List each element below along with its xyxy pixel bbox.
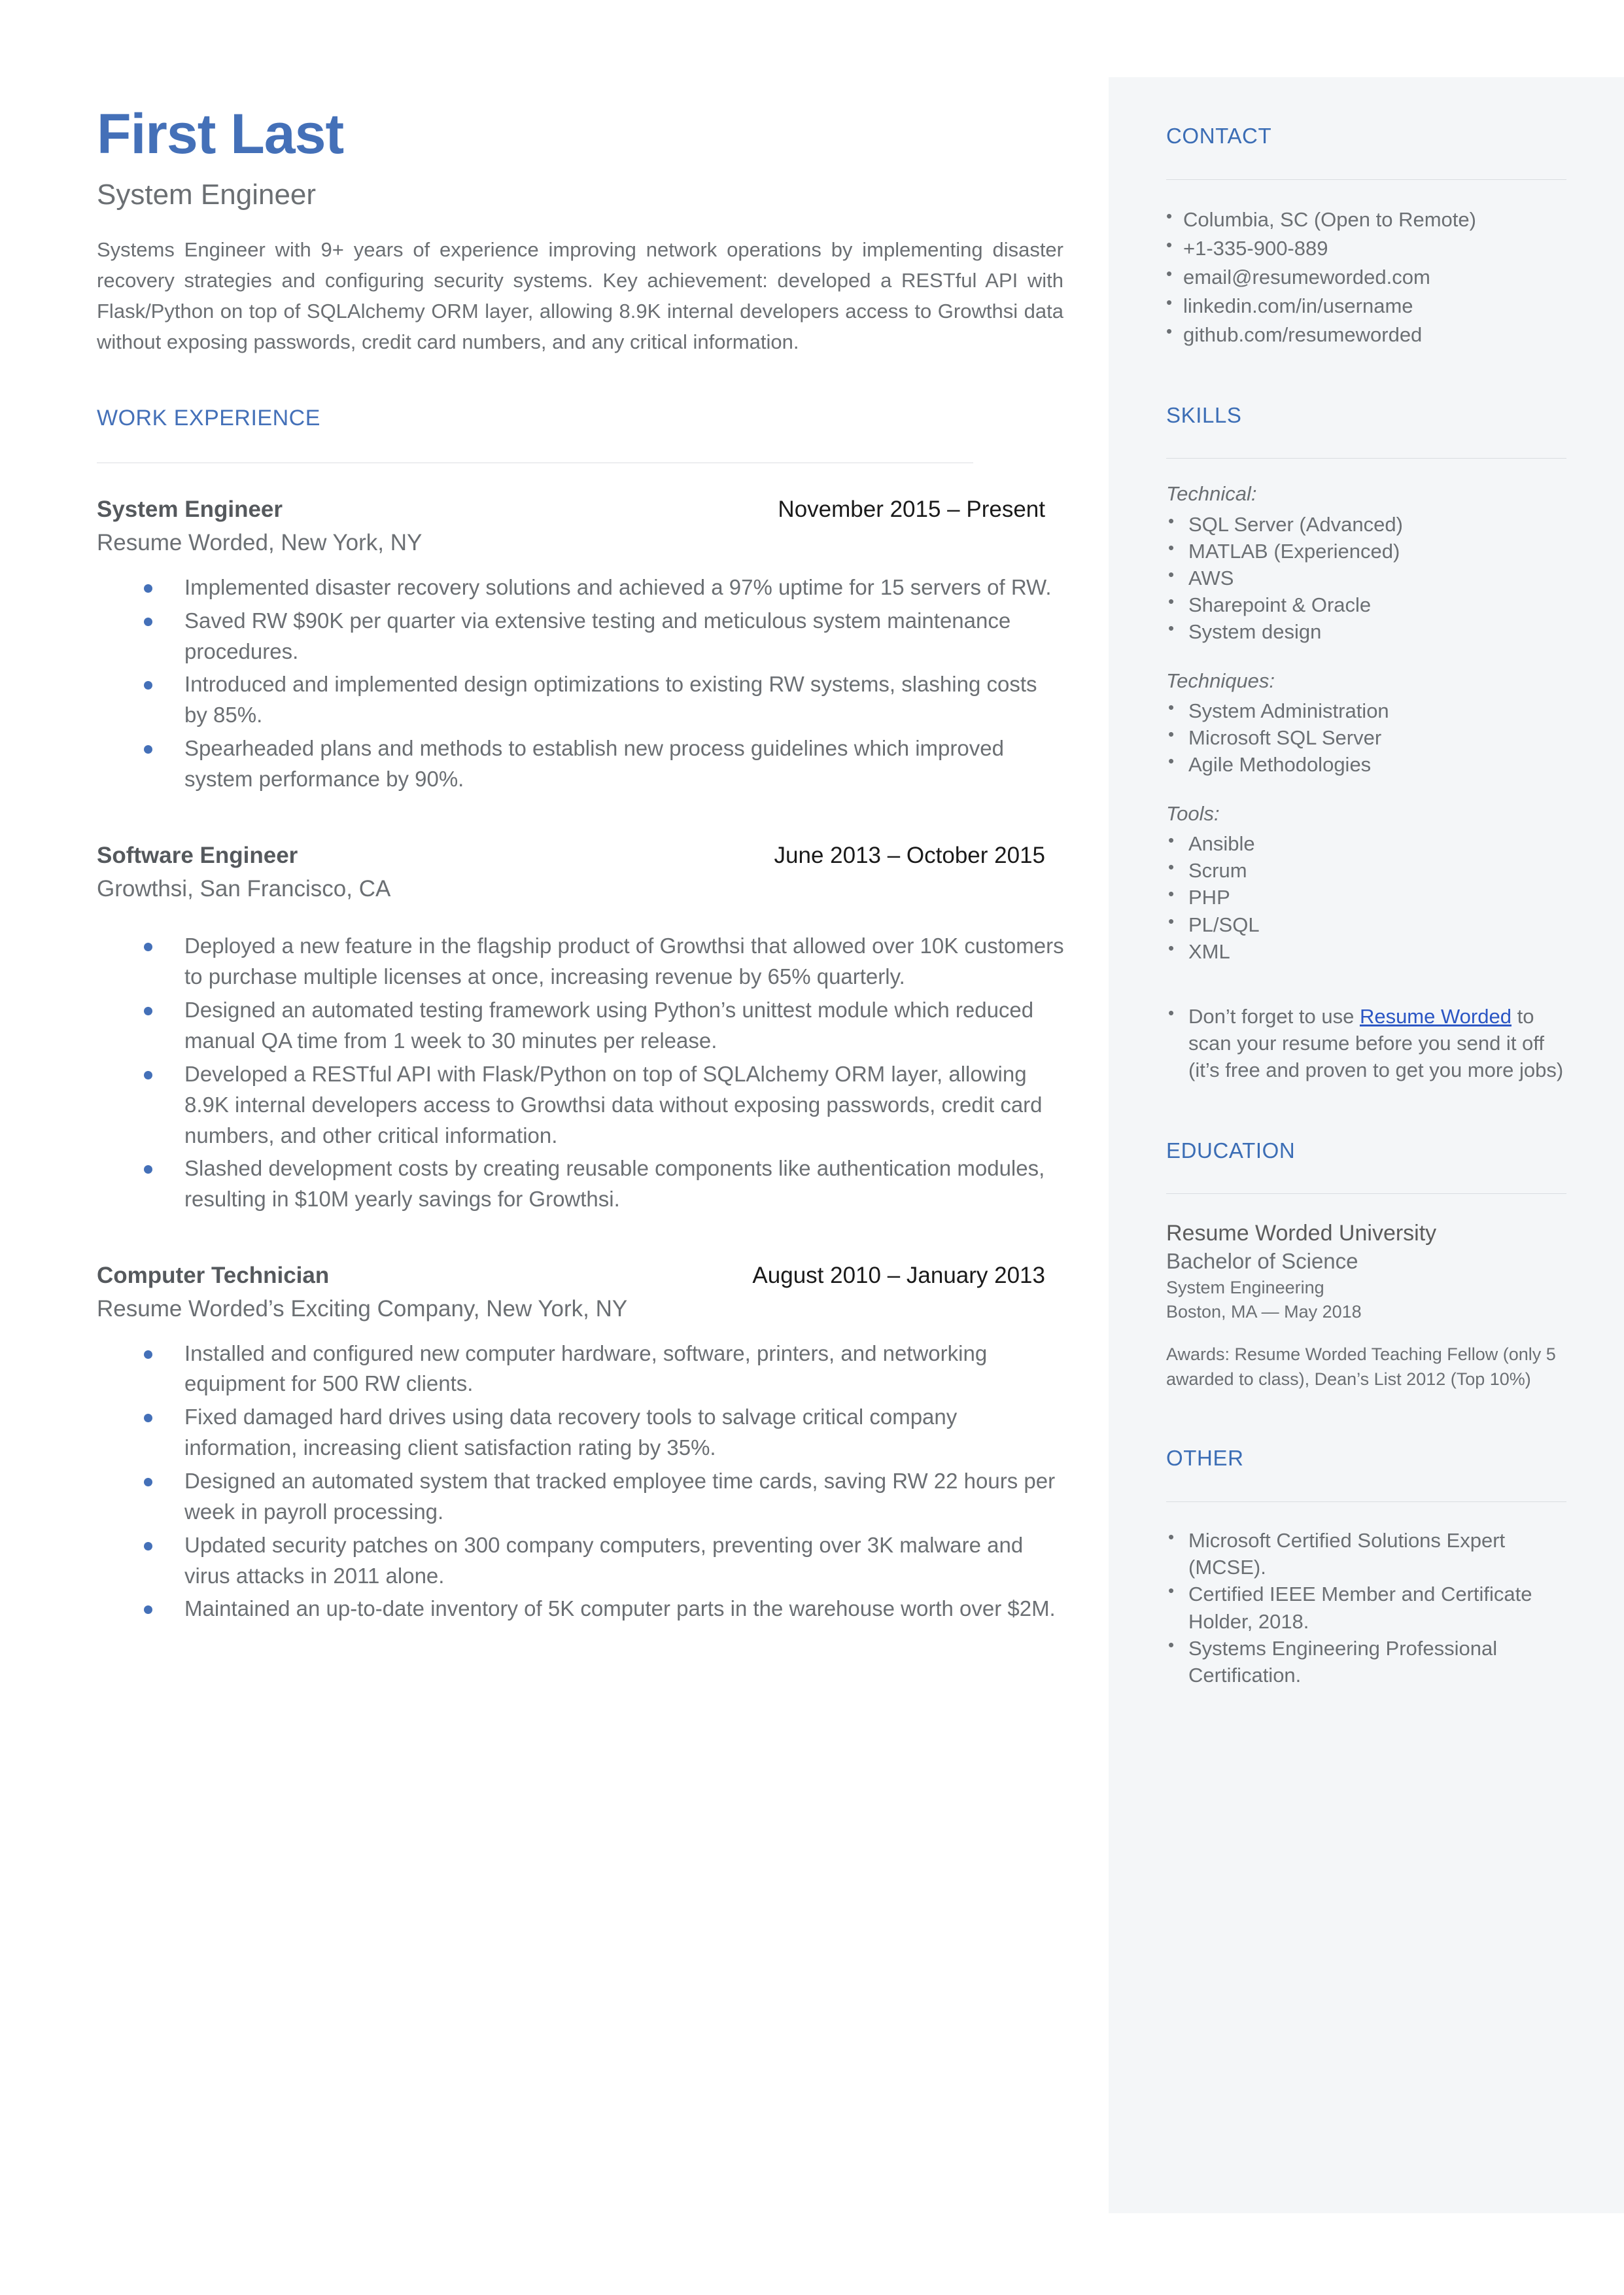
- sidebar: CONTACT Columbia, SC (Open to Remote) +1…: [1109, 77, 1624, 2213]
- skill-group-techniques: Techniques: System Administration Micros…: [1166, 668, 1566, 779]
- skill-group-tools: Tools: Ansible Scrum PHP PL/SQL XML: [1166, 801, 1566, 965]
- list-item: Fixed damaged hard drives using data rec…: [140, 1402, 1065, 1463]
- contact-list: Columbia, SC (Open to Remote) +1-335-900…: [1166, 205, 1566, 349]
- skills-section: SKILLS Technical: SQL Server (Advanced) …: [1166, 402, 1566, 1084]
- list-item: MATLAB (Experienced): [1166, 536, 1566, 565]
- job-header-row: Software Engineer June 2013 – October 20…: [97, 842, 1065, 869]
- main-content: First Last System Engineer Systems Engin…: [97, 105, 1065, 1627]
- other-section: OTHER Microsoft Certified Solutions Expe…: [1166, 1445, 1566, 1689]
- skills-heading: SKILLS: [1166, 402, 1242, 427]
- list-item: Implemented disaster recovery solutions …: [140, 572, 1065, 603]
- education-heading: EDUCATION: [1166, 1138, 1296, 1163]
- resume-worded-link[interactable]: Resume Worded: [1360, 1005, 1512, 1028]
- list-item: XML: [1166, 937, 1566, 965]
- list-item: Updated security patches on 300 company …: [140, 1530, 1065, 1592]
- skill-list: Ansible Scrum PHP PL/SQL XML: [1166, 829, 1566, 965]
- list-item: Systems Engineering Professional Certifi…: [1166, 1634, 1566, 1689]
- education-degree: Bachelor of Science: [1166, 1249, 1358, 1274]
- list-item: Spearheaded plans and methods to establi…: [140, 733, 1065, 795]
- list-item: SQL Server (Advanced): [1166, 510, 1566, 538]
- promo-text-before: Don’t forget to use: [1188, 1005, 1360, 1028]
- list-item: Deployed a new feature in the flagship p…: [140, 931, 1065, 992]
- work-experience-heading: WORK EXPERIENCE: [97, 405, 320, 430]
- list-item: System Administration: [1166, 696, 1566, 724]
- list-item: Introduced and implemented design optimi…: [140, 669, 1065, 731]
- list-item: Designed an automated system that tracke…: [140, 1466, 1065, 1528]
- education-school: Resume Worded University: [1166, 1221, 1437, 1246]
- list-item: PL/SQL: [1166, 910, 1566, 938]
- job-entry: System Engineer November 2015 – Present …: [97, 496, 1065, 795]
- job-title: System Engineer: [97, 497, 283, 523]
- education-location-date: Boston, MA — May 2018: [1166, 1302, 1362, 1322]
- skills-divider: [1166, 458, 1566, 459]
- job-company: Resume Worded’s Exciting Company, New Yo…: [97, 1296, 628, 1322]
- list-item: Installed and configured new computer ha…: [140, 1339, 1065, 1400]
- professional-summary: Systems Engineer with 9+ years of experi…: [97, 238, 1063, 354]
- list-item: Ansible: [1166, 829, 1566, 857]
- list-item: +1-335-900-889: [1166, 234, 1566, 262]
- list-item: Scrum: [1166, 856, 1566, 884]
- list-item: Saved RW $90K per quarter via extensive …: [140, 606, 1065, 667]
- list-item: Maintained an up-to-date inventory of 5K…: [140, 1594, 1065, 1624]
- job-company: Growthsi, San Francisco, CA: [97, 875, 391, 902]
- job-title: Software Engineer: [97, 842, 298, 868]
- job-header-row: Computer Technician August 2010 – Januar…: [97, 1262, 1065, 1289]
- list-item: Sharepoint & Oracle: [1166, 590, 1566, 618]
- list-item: System design: [1166, 617, 1566, 645]
- job-dates: June 2013 – October 2015: [774, 842, 1045, 868]
- list-item: Slashed development costs by creating re…: [140, 1153, 1065, 1215]
- list-item: Columbia, SC (Open to Remote): [1166, 205, 1566, 233]
- job-bullet-list: Installed and configured new computer ha…: [97, 1339, 1065, 1625]
- job-bullet-list: Deployed a new feature in the flagship p…: [97, 931, 1065, 1215]
- list-item: Agile Methodologies: [1166, 750, 1566, 778]
- list-item: Microsoft SQL Server: [1166, 723, 1566, 751]
- contact-divider: [1166, 179, 1566, 180]
- skill-category-label: Techniques:: [1166, 669, 1275, 692]
- list-item: Certified IEEE Member and Certificate Ho…: [1166, 1579, 1566, 1634]
- job-entry: Software Engineer June 2013 – October 20…: [97, 842, 1065, 1215]
- skill-category-label: Tools:: [1166, 801, 1220, 825]
- list-item: PHP: [1166, 883, 1566, 911]
- job-dates: August 2010 – January 2013: [752, 1263, 1045, 1289]
- education-divider: [1166, 1193, 1566, 1195]
- job-dates: November 2015 – Present: [778, 497, 1045, 523]
- other-heading: OTHER: [1166, 1446, 1244, 1471]
- skill-list: System Administration Microsoft SQL Serv…: [1166, 696, 1566, 779]
- list-item: Microsoft Certified Solutions Expert (MC…: [1166, 1526, 1566, 1581]
- list-item: github.com/resumeworded: [1166, 320, 1566, 348]
- education-field: System Engineering: [1166, 1278, 1324, 1298]
- contact-heading: CONTACT: [1166, 124, 1272, 148]
- job-header-row: System Engineer November 2015 – Present: [97, 496, 1065, 523]
- education-section: EDUCATION Resume Worded University Bache…: [1166, 1138, 1566, 1392]
- other-divider: [1166, 1501, 1566, 1502]
- education-awards: Awards: Resume Worded Teaching Fellow (o…: [1166, 1344, 1556, 1389]
- resume-worded-promo: Don’t forget to use Resume Worded to sca…: [1166, 1002, 1566, 1084]
- page-title: First Last: [97, 103, 344, 166]
- job-entry: Computer Technician August 2010 – Januar…: [97, 1262, 1065, 1624]
- skill-group-technical: Technical: SQL Server (Advanced) MATLAB …: [1166, 481, 1566, 645]
- job-company: Resume Worded, New York, NY: [97, 530, 423, 556]
- list-item: Designed an automated testing framework …: [140, 995, 1065, 1057]
- other-list: Microsoft Certified Solutions Expert (MC…: [1166, 1526, 1566, 1689]
- list-item: email@resumeworded.com: [1166, 262, 1566, 290]
- list-item: AWS: [1166, 563, 1566, 591]
- job-title: Computer Technician: [97, 1263, 330, 1289]
- skill-list: SQL Server (Advanced) MATLAB (Experience…: [1166, 510, 1566, 646]
- list-item: Developed a RESTful API with Flask/Pytho…: [140, 1059, 1065, 1151]
- skill-category-label: Technical:: [1166, 482, 1257, 506]
- job-title-subtitle: System Engineer: [97, 179, 317, 211]
- job-bullet-list: Implemented disaster recovery solutions …: [97, 572, 1065, 795]
- contact-section: CONTACT Columbia, SC (Open to Remote) +1…: [1166, 123, 1566, 349]
- list-item: linkedin.com/in/username: [1166, 291, 1566, 319]
